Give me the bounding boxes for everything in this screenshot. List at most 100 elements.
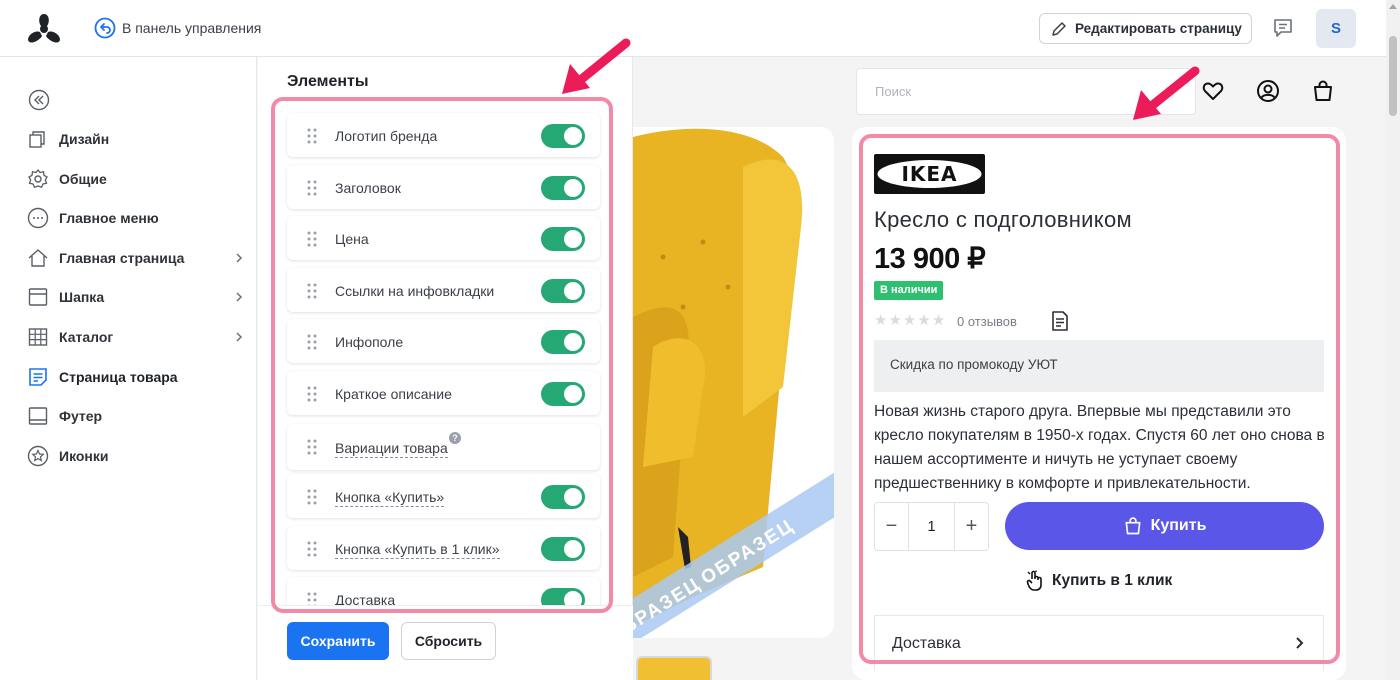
shopping-bag-icon[interactable] xyxy=(1311,79,1335,103)
sidebar-item-design[interactable]: Дизайн xyxy=(27,127,247,151)
element-toggle[interactable] xyxy=(541,537,585,561)
element-label: Ссылки на инфовкладки xyxy=(335,283,495,299)
reviews-link[interactable]: 0 отзывов xyxy=(957,314,1017,329)
sidebar-item-header[interactable]: Шапка xyxy=(27,285,247,309)
drag-handle-icon[interactable] xyxy=(307,489,317,505)
brand-logo[interactable]: IKEA xyxy=(874,154,985,194)
edit-page-label: Редактировать страницу xyxy=(1075,21,1242,36)
element-toggle[interactable] xyxy=(541,382,585,406)
drag-handle-icon[interactable] xyxy=(307,283,317,299)
sidebar-item-label: Главная страница xyxy=(59,250,185,266)
element-row[interactable]: Цена xyxy=(287,216,600,260)
buy-button[interactable]: Купить xyxy=(1005,502,1324,550)
ikea-logo-icon: IKEA xyxy=(877,160,982,188)
page-scrollbar[interactable] xyxy=(1386,0,1400,680)
back-to-dashboard-link[interactable]: В панель управления xyxy=(94,17,261,39)
element-row[interactable]: Вариации товара ? xyxy=(287,424,600,470)
star-circle-icon xyxy=(27,445,49,467)
info-field: Скидка по промокоду УЮТ xyxy=(874,340,1324,392)
element-toggle[interactable] xyxy=(541,124,585,148)
buy-one-click-button[interactable]: Купить в 1 клик xyxy=(1026,570,1172,592)
star-icon: ★ xyxy=(874,312,888,329)
element-row[interactable]: Краткое описание xyxy=(287,371,600,415)
quantity-stepper[interactable]: − 1 + xyxy=(874,502,989,551)
sidebar-item-general[interactable]: Общие xyxy=(27,167,247,191)
element-label[interactable]: Кнопка «Купить в 1 клик» xyxy=(335,541,500,559)
element-toggle[interactable] xyxy=(541,279,585,303)
drag-handle-icon[interactable] xyxy=(307,439,317,455)
element-row[interactable]: Ссылки на инфовкладки xyxy=(287,268,600,312)
quantity-increase-button[interactable]: + xyxy=(955,515,988,538)
product-image[interactable]: ОБРАЗЕЦ ОБРАЗЕЦ xyxy=(633,127,834,638)
drag-handle-icon[interactable] xyxy=(307,334,317,350)
avatar[interactable]: S xyxy=(1316,9,1356,48)
chat-icon[interactable] xyxy=(1272,17,1294,39)
grid-icon xyxy=(28,328,48,346)
pointer-arrow-icon xyxy=(1133,66,1200,120)
element-toggle[interactable] xyxy=(541,330,585,354)
sidebar-item-label: Иконки xyxy=(59,448,109,464)
home-icon xyxy=(28,249,48,267)
element-row[interactable]: Логотип бренда xyxy=(287,113,600,157)
element-toggle[interactable] xyxy=(541,227,585,251)
drag-handle-icon[interactable] xyxy=(307,128,317,144)
document-list-icon xyxy=(29,368,47,386)
sidebar-item-label: Главное меню xyxy=(59,210,159,226)
collapse-sidebar-icon[interactable] xyxy=(28,89,50,111)
sidebar-item-main-menu[interactable]: Главное меню xyxy=(27,206,247,230)
drag-handle-icon[interactable] xyxy=(307,231,317,247)
chevron-right-icon xyxy=(236,332,243,342)
sidebar-item-label: Футер xyxy=(59,408,103,424)
element-label: Краткое описание xyxy=(335,386,452,402)
chevron-right-icon xyxy=(236,292,243,302)
sidebar-item-label: Каталог xyxy=(59,329,114,345)
element-row[interactable]: Заголовок xyxy=(287,165,600,209)
sidebar-item-icons[interactable]: Иконки xyxy=(27,444,247,468)
elements-list[interactable]: Логотип бренда Заголовок Цена Ссылки на … xyxy=(274,99,610,611)
help-icon[interactable]: ? xyxy=(449,432,461,444)
settings-sidebar: Дизайн Общие Главное меню Главная страни… xyxy=(0,57,257,680)
element-label[interactable]: Вариации товара xyxy=(335,440,448,458)
quantity-value[interactable]: 1 xyxy=(908,503,955,550)
element-toggle[interactable] xyxy=(541,176,585,200)
back-circle-icon xyxy=(94,17,116,39)
delivery-row[interactable]: Доставка xyxy=(874,615,1324,671)
element-row[interactable]: Кнопка «Купить» xyxy=(287,474,600,518)
element-row[interactable]: Кнопка «Купить в 1 клик» xyxy=(287,526,600,570)
drag-handle-icon[interactable] xyxy=(307,386,317,402)
scrollbar-thumb[interactable] xyxy=(1389,36,1397,116)
image-thumbnail[interactable] xyxy=(636,656,712,680)
save-button[interactable]: Сохранить xyxy=(287,622,389,660)
more-circle-icon xyxy=(27,207,49,229)
star-icon: ★ xyxy=(931,312,946,329)
gear-icon xyxy=(28,168,48,189)
app-logo-icon[interactable] xyxy=(24,10,64,46)
sidebar-item-footer[interactable]: Футер xyxy=(27,404,247,428)
sidebar-item-product-page[interactable]: Страница товара xyxy=(27,365,247,389)
elements-panel: Элементы Логотип бренда Заголовок Цена С… xyxy=(258,57,633,680)
rating-stars[interactable]: ★ ★ ★ ★ ★ xyxy=(874,311,945,329)
star-icon: ★ xyxy=(902,312,917,329)
element-label: Заголовок xyxy=(335,180,401,196)
sidebar-item-catalog[interactable]: Каталог xyxy=(27,325,247,349)
reset-button[interactable]: Сбросить xyxy=(401,622,496,660)
header-layout-icon xyxy=(28,288,48,306)
edit-page-button[interactable]: Редактировать страницу xyxy=(1039,13,1252,44)
sidebar-item-home-page[interactable]: Главная страница xyxy=(27,246,247,270)
quantity-decrease-button[interactable]: − xyxy=(875,515,908,538)
pointer-arrow-icon xyxy=(562,38,631,94)
pointer-hand-icon xyxy=(1026,570,1042,591)
element-label: Цена xyxy=(335,231,369,247)
drag-handle-icon[interactable] xyxy=(307,180,317,196)
user-icon[interactable] xyxy=(1256,79,1280,103)
chair-image: ОБРАЗЕЦ ОБРАЗЕЦ xyxy=(633,127,834,638)
one-click-label: Купить в 1 клик xyxy=(1052,572,1173,589)
drag-handle-icon[interactable] xyxy=(307,541,317,557)
document-icon[interactable] xyxy=(1050,310,1070,332)
scroll-up-icon[interactable] xyxy=(1389,4,1397,9)
element-row[interactable]: Инфополе xyxy=(287,319,600,363)
element-label: Инфополе xyxy=(335,334,404,350)
element-label[interactable]: Кнопка «Купить» xyxy=(335,489,445,507)
element-toggle[interactable] xyxy=(541,485,585,509)
star-icon: ★ xyxy=(917,312,931,329)
